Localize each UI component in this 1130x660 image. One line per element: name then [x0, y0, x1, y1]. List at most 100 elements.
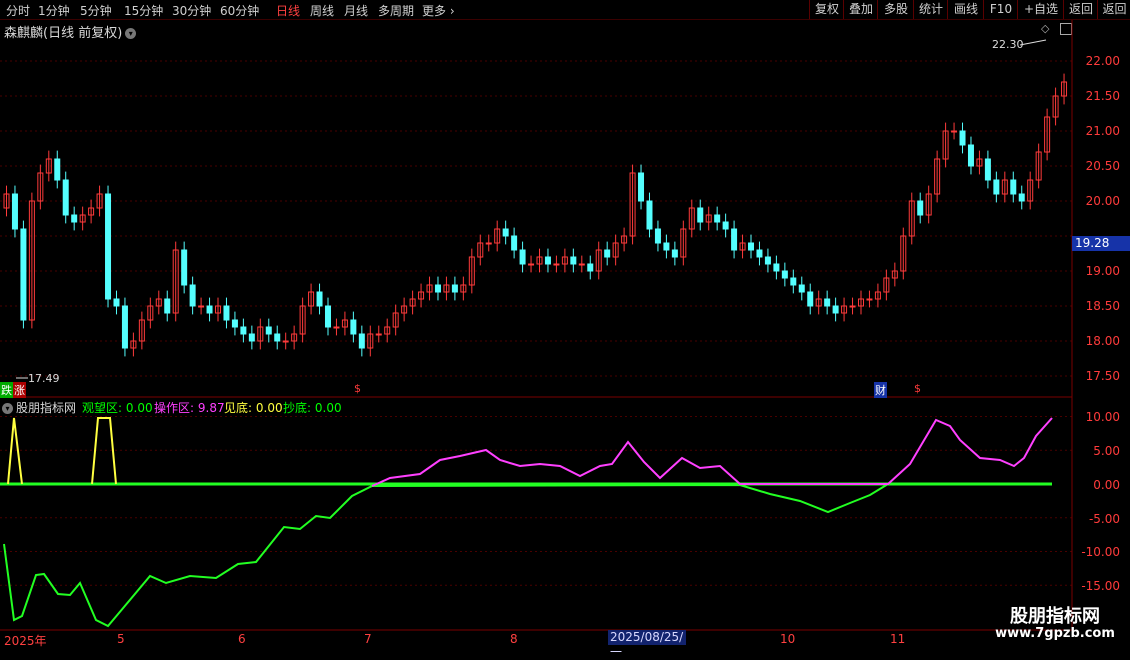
- field-label: 见底:: [224, 401, 253, 415]
- field-label: 观望区:: [82, 401, 123, 415]
- candle-body: [485, 242, 492, 245]
- dividend-marker-2[interactable]: $: [914, 382, 921, 395]
- price-tick: 18.50: [1085, 299, 1120, 313]
- date-label: 2025年: [4, 634, 47, 648]
- indicator-name[interactable]: 股朋指标网: [16, 401, 76, 415]
- bottom-signal-2: [91, 417, 117, 485]
- indicator-tick: 0.00: [1093, 478, 1120, 492]
- die-marker[interactable]: 跌: [0, 382, 13, 398]
- cai-marker[interactable]: 财: [874, 382, 887, 398]
- field-label: 抄底:: [283, 401, 312, 415]
- candle-body: [798, 284, 805, 293]
- candle-body: [274, 333, 281, 342]
- watch-zone-line: [3, 483, 889, 628]
- candle-body: [646, 200, 653, 230]
- price-tick: 17.50: [1085, 369, 1120, 383]
- grid-lines: [0, 60, 1072, 586]
- candle-body: [993, 179, 1000, 195]
- current-price-tag: 19.28: [1072, 236, 1130, 251]
- candle-body: [528, 263, 535, 266]
- candle-body: [917, 200, 924, 216]
- high-arrow: [1019, 39, 1047, 46]
- candle-body: [714, 214, 721, 223]
- indicator-field-bottom: 见底: 0.00: [224, 399, 283, 416]
- indicator-tick: -10.00: [1081, 545, 1120, 559]
- high-price-label: 22.30: [992, 38, 1024, 51]
- candle-body: [587, 263, 594, 272]
- candle-body: [282, 340, 289, 343]
- cursor-date: 2025/08/25/一: [608, 630, 686, 659]
- candle-body: [20, 228, 27, 321]
- candle-body: [105, 193, 112, 300]
- indicator-field-watch: 观望区: 0.00: [82, 399, 153, 416]
- candle-body: [519, 249, 526, 265]
- candle-body: [654, 228, 661, 244]
- date-label: 6: [238, 632, 246, 646]
- price-tick: 20.00: [1085, 194, 1120, 208]
- candle-body: [248, 333, 255, 342]
- indicator-tick: 10.00: [1085, 410, 1120, 424]
- candle-body: [333, 326, 340, 329]
- candle-body: [638, 172, 645, 202]
- candle-body: [164, 298, 171, 314]
- candle-body: [984, 158, 991, 181]
- zhang-marker[interactable]: 涨: [13, 382, 26, 398]
- indicator-tick: -15.00: [1081, 579, 1120, 593]
- candle-body: [223, 305, 230, 321]
- candle-body: [553, 263, 560, 266]
- candle-body: [62, 179, 69, 216]
- candle-body: [824, 298, 831, 307]
- field-value: 0.00: [255, 401, 283, 415]
- candle-body: [240, 326, 247, 335]
- candle-body: [1018, 193, 1025, 202]
- candle-body: [807, 291, 814, 307]
- candle-body: [71, 214, 78, 223]
- dividend-marker[interactable]: $: [354, 382, 361, 395]
- bottom-signal-1: [7, 417, 23, 485]
- candle-body: [849, 305, 856, 308]
- candle-body: [722, 221, 729, 230]
- candle-body: [11, 193, 18, 230]
- candle-body: [671, 249, 678, 258]
- chart-svg: [0, 20, 1073, 631]
- date-label: 11: [890, 632, 906, 646]
- candle-body: [951, 130, 958, 133]
- field-value: 0.00: [125, 401, 153, 415]
- candle-body: [832, 305, 839, 314]
- candle-body: [544, 256, 551, 265]
- candle-body: [189, 284, 196, 307]
- candle-body: [265, 326, 272, 335]
- candle-body: [764, 256, 771, 265]
- indicator-field-operate: 操作区: 9.87: [154, 399, 225, 416]
- watermark-url: www.7gpzb.com: [995, 626, 1115, 641]
- date-label: 8: [510, 632, 518, 646]
- indicator-field-bottom-fish: 抄底: 0.00: [283, 399, 342, 416]
- candle-body: [206, 305, 213, 314]
- candle-body: [231, 319, 238, 328]
- candle-body: [967, 144, 974, 167]
- candle-body: [121, 305, 128, 349]
- field-value: 9.87: [197, 401, 225, 415]
- indicator-tick: -5.00: [1088, 512, 1120, 526]
- chevron-down-icon[interactable]: ▾: [2, 403, 13, 414]
- candle-body: [663, 242, 670, 251]
- candle-body: [350, 319, 357, 335]
- candle-body: [451, 284, 458, 293]
- candle-body: [1010, 179, 1017, 195]
- date-label: 7: [364, 632, 372, 646]
- candle-body: [604, 249, 611, 258]
- candle-body: [570, 256, 577, 265]
- candle-body: [578, 263, 585, 266]
- candle-body: [756, 249, 763, 258]
- candle-body: [731, 228, 738, 251]
- watermark: 股朋指标网 www.7gpzb.com: [985, 602, 1125, 646]
- candle-body: [959, 130, 966, 146]
- candle-body: [866, 298, 873, 301]
- price-tick: 18.00: [1085, 334, 1120, 348]
- watermark-title: 股朋指标网: [1010, 606, 1100, 627]
- date-label: 5: [117, 632, 125, 646]
- candle-body: [198, 305, 205, 308]
- price-tick: 21.50: [1085, 89, 1120, 103]
- low-price-label: 17.49: [28, 372, 60, 385]
- indicator-lines: [0, 417, 1053, 628]
